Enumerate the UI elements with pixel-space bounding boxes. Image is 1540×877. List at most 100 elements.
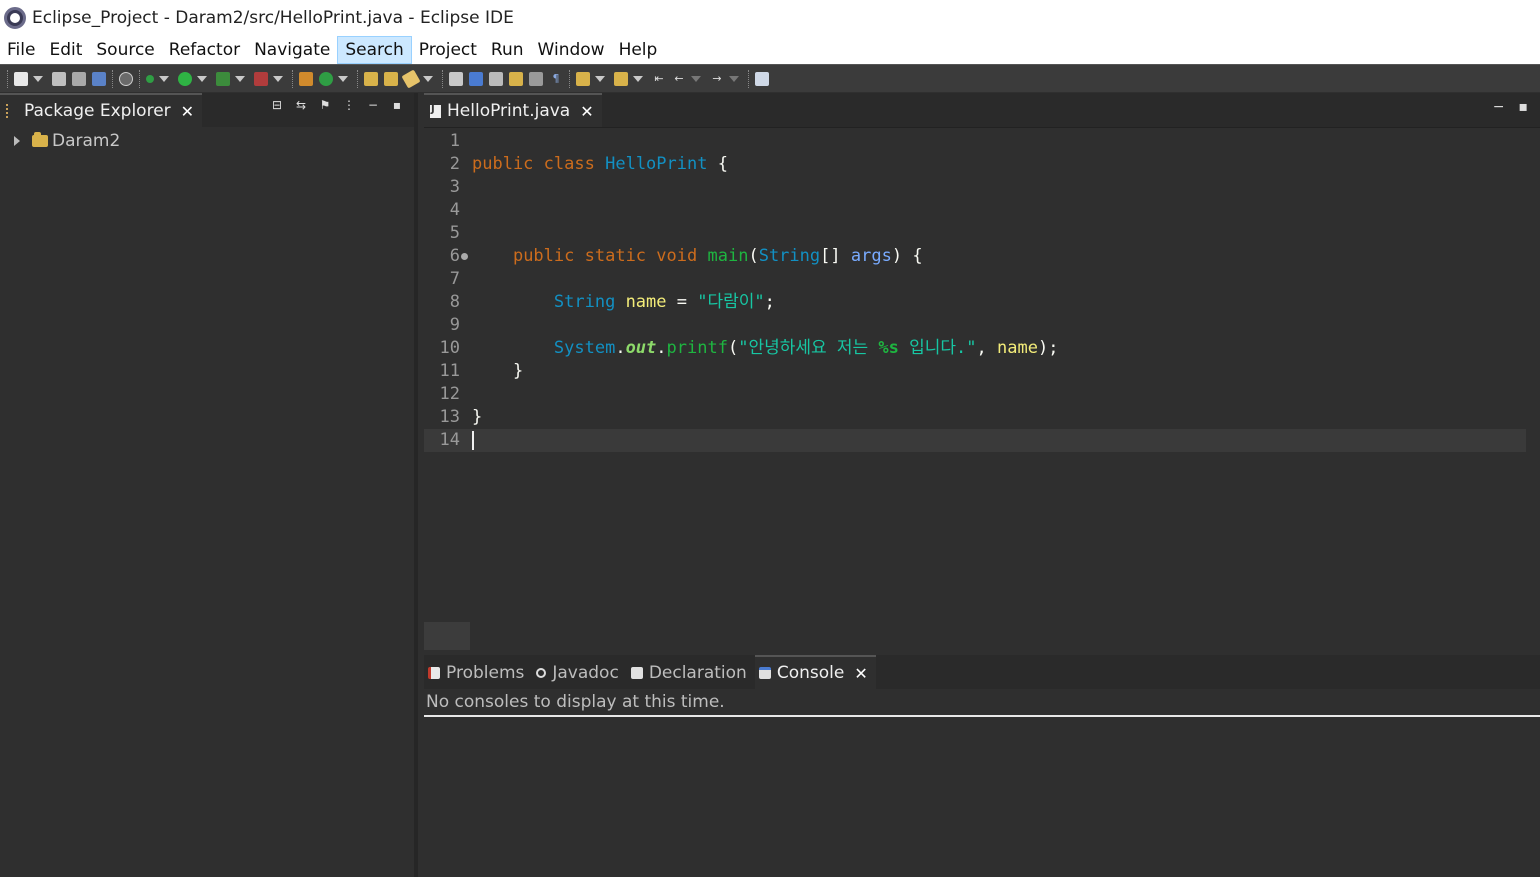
- back-dropdown-icon[interactable]: [691, 75, 701, 82]
- view-menu-icon[interactable]: ⋮: [342, 99, 356, 111]
- toolbar-separator: [442, 69, 443, 88]
- code-line: 12: [424, 383, 1540, 406]
- save-icon[interactable]: [52, 71, 66, 86]
- toolbar-separator: [569, 69, 570, 88]
- forward-dropdown-icon[interactable]: [729, 75, 739, 82]
- link-with-editor-icon[interactable]: ⇆: [294, 99, 308, 111]
- toggle-breadcrumb-icon[interactable]: [489, 71, 503, 86]
- menu-file[interactable]: File: [0, 36, 42, 64]
- toggle-highlight-icon[interactable]: [469, 71, 483, 86]
- external-tools-icon[interactable]: [254, 71, 268, 86]
- tab-package-explorer-label: Package Explorer: [24, 101, 171, 121]
- eclipse-logo-icon: [2, 5, 28, 31]
- fold-marker-icon[interactable]: [460, 245, 470, 268]
- terminal-icon[interactable]: [92, 71, 106, 86]
- save-all-icon[interactable]: [72, 71, 86, 86]
- tab-console-label: Console: [776, 663, 845, 683]
- tree-item-daram2[interactable]: Daram2: [0, 127, 414, 155]
- menu-project[interactable]: Project: [412, 36, 484, 64]
- pilcrow-icon[interactable]: ¶: [549, 72, 563, 86]
- editor-tabbar: HelloPrint.java ✕ − ▪: [424, 93, 1540, 127]
- run-dropdown-icon[interactable]: [197, 75, 207, 82]
- menu-help[interactable]: Help: [612, 36, 665, 64]
- toolbar-separator: [748, 69, 749, 88]
- gutter-footer: [424, 622, 470, 650]
- menu-window[interactable]: Window: [531, 36, 612, 64]
- line-number: 2: [449, 154, 460, 174]
- next-annotation-dropdown-icon[interactable]: [595, 75, 605, 82]
- close-icon[interactable]: ✕: [854, 664, 867, 683]
- maximize-icon[interactable]: ▪: [390, 99, 404, 111]
- coverage-dropdown-icon[interactable]: [235, 75, 245, 82]
- new-dropdown-icon[interactable]: [33, 75, 43, 82]
- editor-tab-label: HelloPrint.java: [447, 101, 571, 121]
- open-perspective-icon[interactable]: [755, 71, 769, 86]
- run-icon[interactable]: [178, 71, 192, 86]
- package-explorer-panel: Package Explorer ✕ ⊟ ⇆ ⚑ ⋮ − ▪ Daram2: [0, 93, 418, 877]
- menu-bar: File Edit Source Refactor Navigate Searc…: [0, 36, 1540, 64]
- close-icon[interactable]: ✕: [181, 102, 194, 121]
- toggle-block-selection-icon[interactable]: [509, 71, 523, 86]
- line-number: 8: [449, 292, 460, 312]
- code-editor[interactable]: 1 2 public class HelloPrint { 3 4 5 6 pub…: [424, 127, 1540, 650]
- tab-problems[interactable]: Problems: [424, 657, 532, 689]
- forward-arrow-icon[interactable]: →: [710, 72, 724, 86]
- line-number: 11: [439, 361, 460, 381]
- line-number: 12: [439, 384, 460, 404]
- tab-javadoc[interactable]: Javadoc: [532, 657, 626, 689]
- menu-source[interactable]: Source: [89, 36, 161, 64]
- search-pen-icon[interactable]: [401, 68, 421, 89]
- skip-breakpoints-icon[interactable]: [119, 71, 133, 86]
- filter-icon[interactable]: ⚑: [318, 99, 332, 111]
- previous-annotation-icon[interactable]: [614, 71, 628, 86]
- line-number: 5: [449, 223, 460, 243]
- last-edit-location-icon[interactable]: ⇤: [652, 72, 666, 86]
- toolbar-separator: [7, 69, 8, 88]
- close-icon[interactable]: ✕: [580, 102, 593, 121]
- new-icon[interactable]: [14, 71, 28, 86]
- tab-helloprint-java[interactable]: HelloPrint.java ✕: [424, 93, 602, 127]
- new-class-icon[interactable]: [319, 71, 333, 86]
- line-number: 7: [449, 269, 460, 289]
- java-file-icon: [430, 104, 441, 118]
- expand-arrow-icon[interactable]: [14, 136, 20, 146]
- maximize-icon[interactable]: ▪: [1519, 99, 1529, 115]
- tab-declaration[interactable]: Declaration: [627, 657, 755, 689]
- debug-dropdown-icon[interactable]: [159, 75, 169, 82]
- minimize-icon[interactable]: −: [1493, 99, 1505, 115]
- new-class-dropdown-icon[interactable]: [338, 75, 348, 82]
- back-arrow-icon[interactable]: ←: [672, 72, 686, 86]
- open-type-icon[interactable]: [364, 71, 378, 86]
- toolbar-separator: [112, 69, 113, 88]
- external-tools-dropdown-icon[interactable]: [273, 75, 283, 82]
- code-line: 10 System.out.printf("안녕하세요 저는 %s 입니다.",…: [424, 337, 1540, 360]
- collapse-all-icon[interactable]: ⊟: [270, 99, 284, 111]
- debug-icon[interactable]: [146, 74, 154, 83]
- line-number: 3: [449, 177, 460, 197]
- new-java-project-icon[interactable]: [299, 71, 313, 86]
- menu-refactor[interactable]: Refactor: [162, 36, 247, 64]
- menu-navigate[interactable]: Navigate: [247, 36, 337, 64]
- open-resource-icon[interactable]: [384, 71, 398, 86]
- toggle-mark-occurrences-icon[interactable]: [449, 71, 463, 86]
- menu-edit[interactable]: Edit: [42, 36, 89, 64]
- minimize-icon[interactable]: −: [366, 99, 380, 111]
- show-whitespace-icon[interactable]: [529, 71, 543, 86]
- code-line: 9: [424, 314, 1540, 337]
- main-toolbar: ¶ ⇤ ← →: [0, 64, 1540, 92]
- code-line: 4: [424, 199, 1540, 222]
- coverage-icon[interactable]: [216, 71, 230, 86]
- bottom-panel: Problems Javadoc Declaration Console ✕ N…: [424, 655, 1540, 877]
- bottom-tabbar: Problems Javadoc Declaration Console ✕: [424, 655, 1540, 689]
- menu-run[interactable]: Run: [484, 36, 531, 64]
- tab-package-explorer[interactable]: Package Explorer ✕: [0, 93, 203, 127]
- previous-annotation-dropdown-icon[interactable]: [633, 75, 643, 82]
- console-message: No consoles to display at this time.: [424, 689, 1540, 717]
- code-line: 8 String name = "다람이";: [424, 291, 1540, 314]
- search-dropdown-icon[interactable]: [423, 75, 433, 82]
- tab-console[interactable]: Console ✕: [754, 655, 876, 689]
- menu-search[interactable]: Search: [337, 36, 412, 64]
- next-annotation-icon[interactable]: [576, 71, 590, 86]
- tree-item-label: Daram2: [52, 131, 121, 151]
- code-line: 7: [424, 268, 1540, 291]
